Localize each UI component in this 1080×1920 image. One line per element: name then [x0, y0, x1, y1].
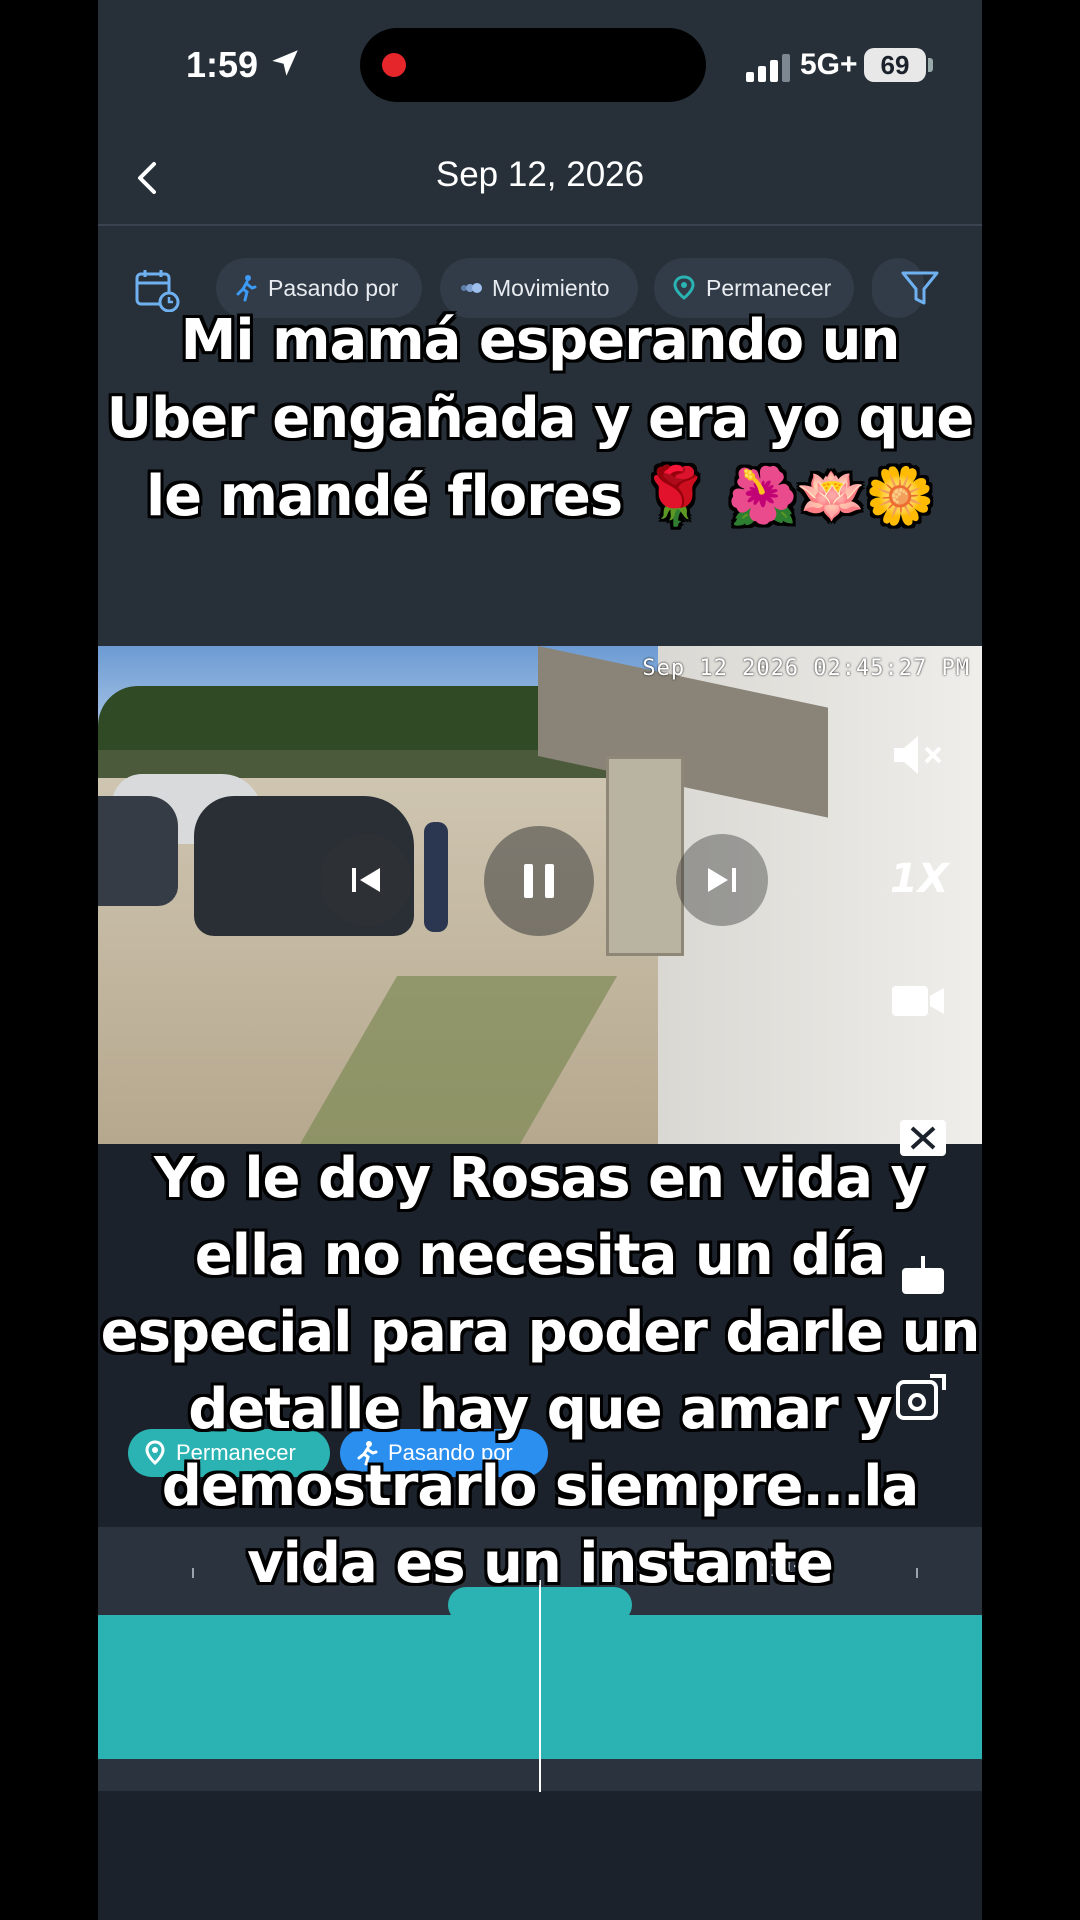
page-title: Sep 12, 2026	[435, 155, 645, 194]
scene-dark-car	[98, 796, 178, 906]
video-timestamp: Sep 12 2026 02:45:27 PM	[642, 656, 970, 681]
signal-bars-icon	[746, 54, 790, 82]
chip-label: Permanecer	[706, 275, 832, 301]
pause-icon	[524, 864, 554, 898]
scene-door	[606, 756, 684, 956]
battery-cap-icon	[928, 58, 933, 72]
caption-top: Mi mamá esperando un Uber engañada y era…	[106, 308, 975, 529]
playback-speed-button[interactable]: 1X	[890, 856, 950, 906]
video-player[interactable]: Sep 12 2026 02:45:27 PM 1X	[98, 646, 982, 1144]
mute-icon[interactable]	[888, 730, 948, 780]
network-type: 5G+	[800, 48, 858, 81]
header-bar: Sep 12, 2026	[98, 130, 982, 226]
walking-person-icon	[236, 275, 257, 302]
dynamic-island	[360, 28, 706, 102]
next-button[interactable]	[676, 834, 768, 926]
status-time: 1:59	[186, 44, 259, 85]
video-camera-icon[interactable]	[888, 976, 948, 1026]
status-bar: 1:59 5G+ 69	[98, 0, 982, 130]
chip-label: Pasando por	[268, 275, 399, 301]
location-arrow-icon	[272, 50, 298, 76]
recording-dot-icon	[382, 53, 406, 77]
skip-next-icon	[708, 868, 736, 892]
scene-person	[424, 822, 448, 932]
phone-screen: 1:59 5G+ 69 Sep 12, 2026 Pasando por Mov…	[98, 0, 982, 1920]
pause-button[interactable]	[484, 826, 594, 936]
skip-previous-icon	[352, 868, 380, 892]
playhead[interactable]	[539, 1580, 541, 1792]
motion-dots-icon	[461, 283, 482, 293]
caption-bottom: Yo le doy Rosas en vida y ella no necesi…	[100, 1146, 981, 1596]
battery-level: 69	[864, 48, 926, 82]
location-pin-icon	[673, 275, 695, 300]
chip-label: Movimiento	[492, 275, 610, 301]
left-letterbox	[0, 0, 98, 1920]
previous-button[interactable]	[320, 834, 412, 926]
right-letterbox	[982, 0, 1080, 1920]
